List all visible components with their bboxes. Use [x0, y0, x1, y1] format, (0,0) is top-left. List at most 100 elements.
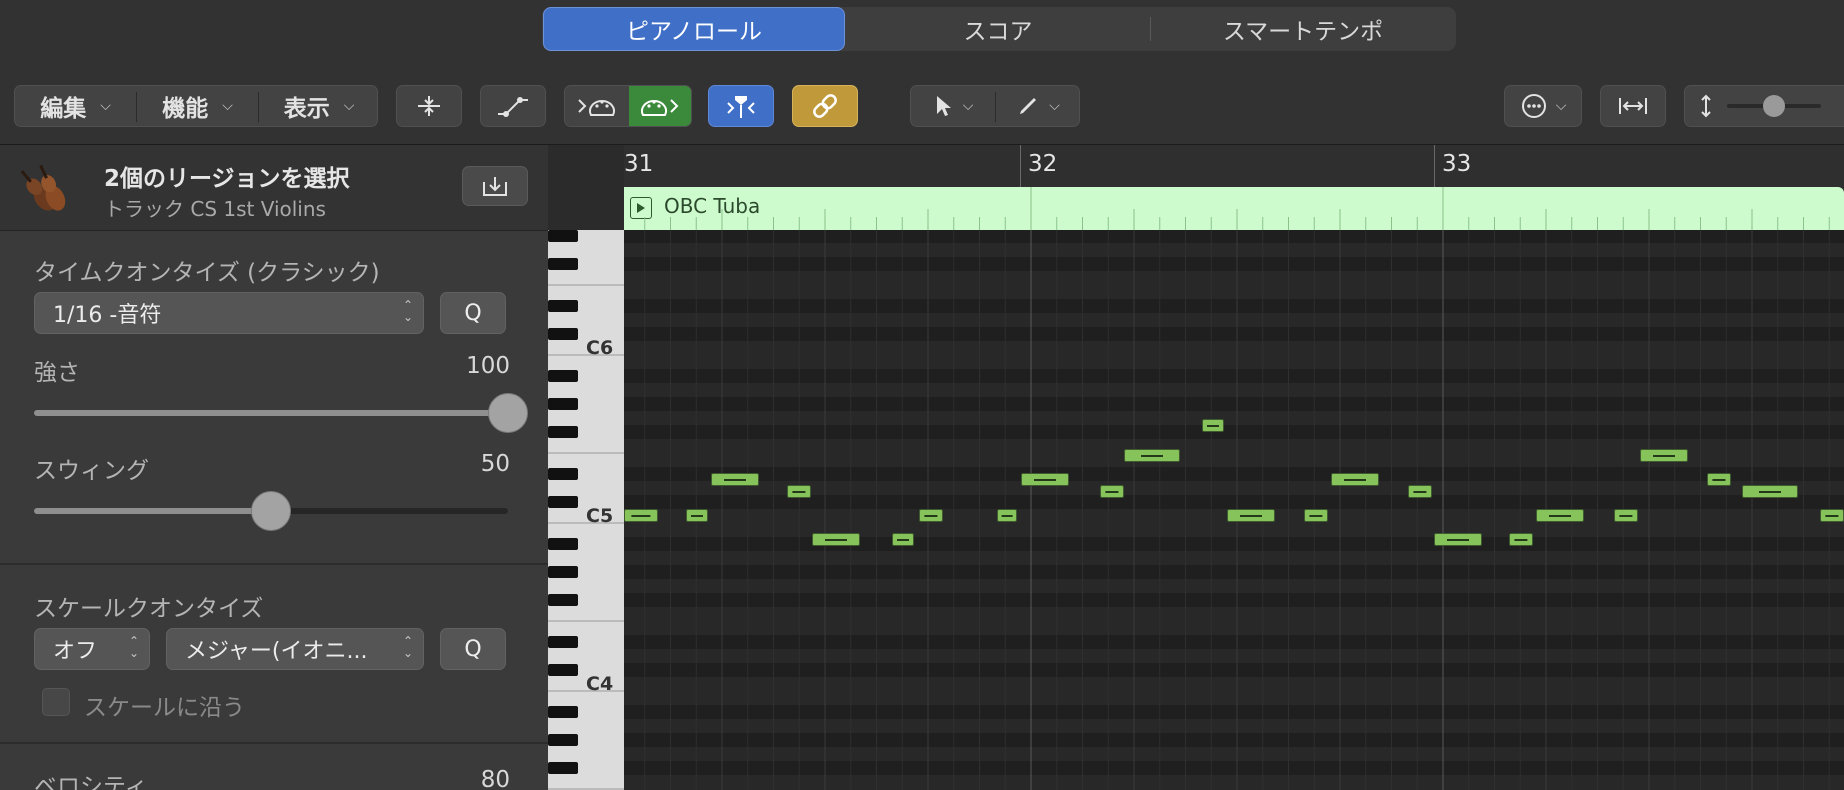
pointer-tool-menu[interactable]: ⌵ [911, 86, 995, 126]
midi-note[interactable] [787, 485, 811, 498]
midi-note[interactable] [892, 533, 914, 546]
pencil-tool-menu[interactable]: ⌵ [996, 86, 1081, 126]
view-segmented-control: ピアノロール スコア スマートテンポ [542, 7, 1456, 51]
midi-note[interactable] [1408, 485, 1432, 498]
black-key[interactable] [548, 258, 578, 270]
black-key[interactable] [548, 370, 578, 382]
scale-mode-select[interactable]: オフ ⌃ ⌄ [34, 628, 150, 670]
fit-horizontal-button[interactable] [1600, 85, 1666, 127]
midi-note[interactable] [1509, 533, 1533, 546]
grid-row [624, 411, 1844, 425]
piano-roll-grid[interactable] [624, 230, 1844, 790]
midi-note[interactable] [1536, 509, 1584, 522]
swing-slider-knob[interactable] [251, 491, 291, 531]
export-button[interactable] [462, 166, 528, 206]
functions-menu[interactable]: 機能 ⌵ [137, 86, 258, 126]
midi-note[interactable] [1100, 485, 1124, 498]
midi-note[interactable] [997, 509, 1017, 522]
black-key[interactable] [548, 734, 578, 746]
black-key[interactable] [548, 706, 578, 718]
black-key[interactable] [548, 230, 578, 242]
midi-note[interactable] [1707, 473, 1731, 486]
catch-playhead-button[interactable] [708, 85, 774, 127]
midi-note[interactable] [686, 509, 708, 522]
automation-curve-icon [498, 97, 528, 117]
tab-piano-roll[interactable]: ピアノロール [543, 7, 845, 51]
grid-row [624, 649, 1844, 663]
black-key[interactable] [548, 636, 578, 648]
bar-line [1434, 145, 1435, 187]
strength-slider[interactable] [34, 393, 528, 433]
black-key[interactable] [548, 538, 578, 550]
chevron-down-icon: ⌵ [1555, 98, 1567, 114]
midi-note[interactable] [1640, 449, 1688, 462]
midi-in-icon [577, 99, 615, 116]
follow-scale-checkbox[interactable] [42, 688, 70, 716]
time-quantize-q-button[interactable]: Q [440, 292, 506, 334]
midi-note[interactable] [711, 473, 759, 486]
chevron-down-icon: ⌵ [962, 98, 974, 114]
grid-row [624, 425, 1844, 439]
scale-mode-label: オフ [53, 639, 98, 664]
black-key[interactable] [548, 398, 578, 410]
collapse-icon [418, 96, 440, 116]
midi-note[interactable] [1331, 473, 1379, 486]
scale-type-select[interactable]: メジャー(イオニ... ⌃ ⌄ [166, 628, 424, 670]
midi-in-out-group [564, 85, 692, 127]
black-key[interactable] [548, 426, 578, 438]
swing-slider[interactable] [34, 491, 508, 531]
black-key[interactable] [548, 328, 578, 340]
black-key[interactable] [548, 496, 578, 508]
edit-menu[interactable]: 編集 ⌵ [15, 86, 136, 126]
black-key[interactable] [548, 566, 578, 578]
automation-button[interactable] [480, 85, 546, 127]
grid-row [624, 285, 1844, 299]
strength-slider-knob[interactable] [488, 393, 528, 433]
midi-note[interactable] [1304, 509, 1328, 522]
chevron-down-icon: ⌵ [1049, 98, 1060, 114]
black-key[interactable] [548, 594, 578, 606]
scale-quantize-q-button[interactable]: Q [440, 628, 506, 670]
more-options-button[interactable]: ⌵ [1504, 85, 1582, 127]
midi-note[interactable] [1434, 533, 1482, 546]
midi-note[interactable] [1202, 419, 1224, 432]
download-tray-icon [483, 177, 507, 196]
midi-note[interactable] [812, 533, 860, 546]
midi-note[interactable] [919, 509, 943, 522]
midi-note[interactable] [1021, 473, 1069, 486]
midi-out-button[interactable] [629, 86, 691, 126]
region-header[interactable]: OBC Tuba [624, 187, 1844, 230]
strength-slider-fill [34, 410, 508, 416]
zoom-slider-knob[interactable] [1763, 95, 1785, 117]
midi-in-button[interactable] [565, 86, 628, 126]
midi-note[interactable] [1820, 509, 1844, 522]
section-divider [0, 742, 548, 744]
scale-quantize-heading: スケールクオンタイズ [34, 596, 264, 622]
midi-note[interactable] [624, 509, 658, 522]
tab-smart-tempo[interactable]: スマートテンポ [1151, 7, 1455, 51]
black-key[interactable] [548, 664, 578, 676]
midi-note[interactable] [1227, 509, 1275, 522]
tab-score[interactable]: スコア [846, 7, 1150, 51]
black-key[interactable] [548, 300, 578, 312]
octave-label-c6: C6 [586, 337, 614, 359]
bar-ruler[interactable]: 31 32 33 [624, 145, 1844, 187]
view-menu[interactable]: 表示 ⌵ [259, 86, 379, 126]
up-down-arrows-icon: ⌃ ⌄ [402, 298, 413, 324]
black-key[interactable] [548, 468, 578, 480]
piano-keyboard[interactable]: C6 C5 C4 [548, 230, 624, 790]
collapse-button[interactable] [396, 85, 462, 127]
grid-row [624, 551, 1844, 565]
midi-note[interactable] [1742, 485, 1798, 498]
grid-row [624, 467, 1844, 481]
black-key[interactable] [548, 762, 578, 774]
scale-type-label: メジャー(イオニ... [185, 639, 368, 664]
midi-note[interactable] [1124, 449, 1180, 462]
pointer-arrow-icon [936, 96, 951, 116]
grid-row [624, 747, 1844, 761]
q-label: Q [464, 300, 482, 326]
grid-row [624, 663, 1844, 677]
midi-note[interactable] [1614, 509, 1638, 522]
link-button[interactable] [792, 85, 858, 127]
quantize-value-select[interactable]: 1/16 -音符 ⌃ ⌄ [34, 292, 424, 334]
